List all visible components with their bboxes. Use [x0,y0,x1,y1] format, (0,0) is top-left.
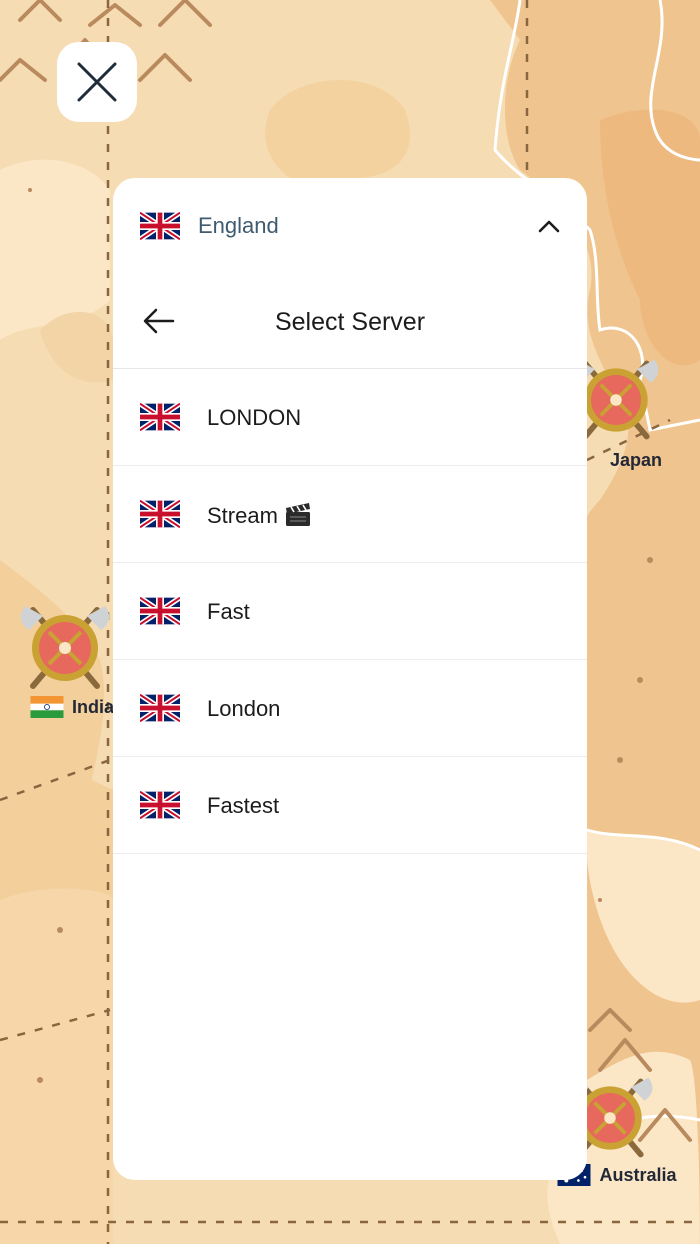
server-name: London [207,696,281,721]
clapper-board-icon [285,503,310,526]
map-marker-india[interactable]: India [10,598,120,718]
server-name: LONDON [207,405,302,430]
uk-flag-icon [140,597,180,625]
server-item-fastest[interactable]: Fastest [113,757,587,854]
uk-flag-icon [140,403,180,431]
country-dropdown[interactable]: England [113,178,587,274]
server-item-london[interactable]: London [113,660,587,757]
uk-flag-icon [140,791,180,819]
server-name: Fast [207,599,250,624]
close-button[interactable] [57,42,137,122]
map-marker-label: Japan [609,450,663,470]
server-item-london-uppercase[interactable]: LONDON [113,369,587,466]
uk-flag-icon [140,212,180,240]
page-title: Select Server [274,308,426,336]
vpn-server-screen: Japan India Australia England Select Ser… [0,0,700,1244]
server-selection-panel: England Select Server LONDON Stream Fast… [113,178,587,1180]
server-list: LONDON Stream Fast London Fastest [113,369,587,854]
server-item-fast[interactable]: Fast [113,563,587,660]
india-flag-icon [30,696,64,718]
server-name: Fastest [207,793,280,818]
select-server-header: Select Server [113,274,587,369]
server-name-wrapper: Stream [207,502,312,529]
close-icon [77,62,117,102]
uk-flag-icon [140,694,180,722]
uk-flag-icon [140,500,180,528]
viking-shield-icon [15,598,115,698]
server-item-stream[interactable]: Stream [113,466,587,563]
map-marker-label: India [30,696,114,718]
country-name: England [198,213,279,238]
server-name: Stream [207,503,278,528]
chevron-up-icon[interactable] [537,216,561,236]
